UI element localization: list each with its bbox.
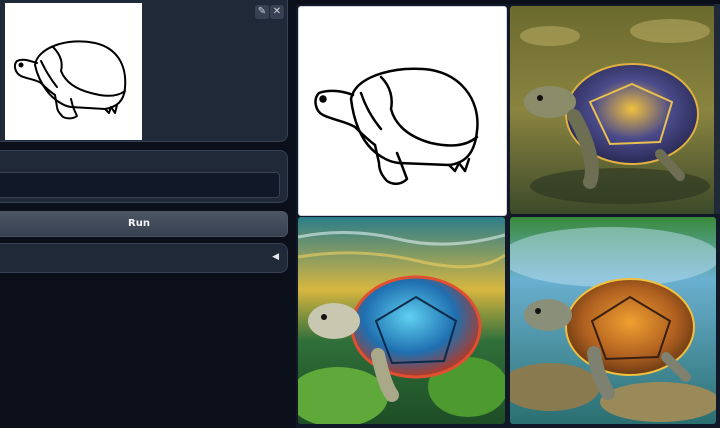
- close-icon[interactable]: ✕: [270, 5, 284, 19]
- triangle-left-icon[interactable]: ◀: [272, 252, 279, 262]
- sketch-panel: ✎ ✕: [0, 0, 288, 142]
- prompt-panel: [0, 150, 288, 203]
- pencil-icon[interactable]: ✎: [255, 5, 269, 19]
- gallery-image-sketch[interactable]: [298, 6, 507, 216]
- gallery-scrollbar[interactable]: [714, 4, 720, 214]
- run-button[interactable]: Run: [0, 211, 288, 237]
- prompt-input[interactable]: [0, 172, 280, 198]
- advanced-options-accordion[interactable]: ◀: [0, 243, 288, 273]
- left-column: ✎ ✕ Run ◀: [0, 0, 292, 428]
- sketch-canvas[interactable]: [5, 3, 142, 140]
- gallery-image-turtle-rocks[interactable]: [510, 217, 716, 424]
- gallery-image-turtle-water[interactable]: [510, 6, 716, 214]
- gallery-image-turtle-underwater[interactable]: [298, 217, 505, 424]
- output-gallery: [296, 4, 720, 428]
